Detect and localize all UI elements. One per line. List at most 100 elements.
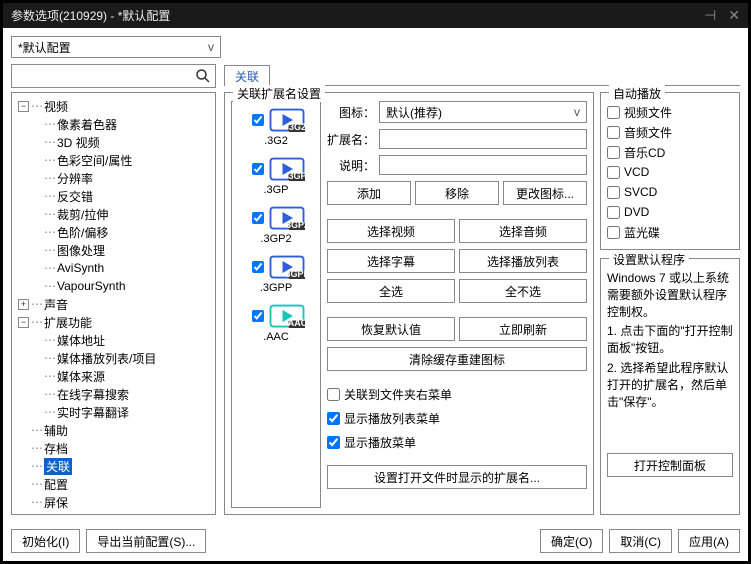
nav-tree[interactable]: −⋯视频 ⋯像素着色器⋯3D 视频⋯色彩空间/属性⋯分辨率⋯反交错⋯裁剪/拉伸⋯… [11,92,216,515]
collapse-icon[interactable]: − [18,101,29,112]
autoplay-checkbox[interactable] [607,226,620,239]
expand-icon[interactable]: + [18,299,29,310]
tree-node[interactable]: ⋯媒体来源 [14,367,213,385]
open-control-panel-button[interactable]: 打开控制面板 [607,453,733,477]
cancel-button[interactable]: 取消(C) [609,529,672,553]
ext-checkbox[interactable] [252,212,264,224]
init-button[interactable]: 初始化(I) [11,529,80,553]
tree-node[interactable]: ⋯3D 视频 [14,133,213,151]
play-icon: 3GP [269,155,305,183]
pin-icon[interactable]: ⊣ [704,7,716,24]
search-box[interactable] [11,64,216,88]
tree-node[interactable]: ⋯色彩空间/属性 [14,151,213,169]
ext-label: 扩展名： [327,131,375,148]
tree-node[interactable]: ⋯媒体地址 [14,331,213,349]
autoplay-label: 音乐CD [624,144,665,161]
ext-checkbox[interactable] [252,114,264,126]
ctx-folder-checkbox[interactable] [327,388,340,401]
show-play-menu-checkbox[interactable] [327,436,340,449]
ext-item[interactable]: 3G2 .3G2 [234,104,318,153]
tab-row: 关联 [224,64,740,86]
ext-name: .3GP [263,184,288,196]
tree-node[interactable]: ⋯反交错 [14,187,213,205]
autoplay-checkbox[interactable] [607,106,620,119]
change-icon-button[interactable]: 更改图标... [503,181,587,205]
autoplay-label: 视频文件 [624,104,672,121]
show-playlist-menu-checkbox[interactable] [327,412,340,425]
add-button[interactable]: 添加 [327,181,411,205]
tree-node-video[interactable]: −⋯视频 [14,97,213,115]
tree-node-ext[interactable]: −⋯扩展功能 [14,313,213,331]
tree-node[interactable]: ⋯AviSynth [14,259,213,277]
desc-input[interactable] [379,155,587,175]
select-video-button[interactable]: 选择视频 [327,219,455,243]
ext-item[interactable]: 3GPP .3GPP [234,251,318,300]
autoplay-checkbox[interactable] [607,186,620,199]
select-playlist-button[interactable]: 选择播放列表 [459,249,587,273]
select-none-button[interactable]: 全不选 [459,279,587,303]
tree-node-archive[interactable]: ⋯存档 [14,439,213,457]
tree-node[interactable]: ⋯分辨率 [14,169,213,187]
ext-checkbox[interactable] [252,261,264,273]
icon-combo[interactable]: 默认(推荐)v [379,101,587,123]
tree-node-config[interactable]: ⋯配置 [14,475,213,493]
tree-node[interactable]: ⋯在线字幕搜索 [14,385,213,403]
tree-node[interactable]: ⋯VapourSynth [14,277,213,295]
tree-node-assoc[interactable]: ⋯关联 [14,457,213,475]
prog-text-1: Windows 7 或以上系统需要额外设置默认程序控制权。 [607,270,733,320]
collapse-icon[interactable]: − [18,317,29,328]
svg-text:3GPP: 3GPP [285,269,305,279]
search-input[interactable] [16,66,195,86]
play-icon: 3GPP [269,253,305,281]
export-config-button[interactable]: 导出当前配置(S)... [86,529,206,553]
tree-node-screensaver[interactable]: ⋯屏保 [14,493,213,511]
ext-checkbox[interactable] [252,310,264,322]
remove-button[interactable]: 移除 [415,181,499,205]
ok-button[interactable]: 确定(O) [540,529,603,553]
tree-node[interactable]: ⋯裁剪/拉伸 [14,205,213,223]
autoplay-label: DVD [624,205,649,219]
tree-node[interactable]: ⋯色阶/偏移 [14,223,213,241]
play-icon: AAC [269,302,305,330]
chevron-down-icon: v [574,105,580,119]
svg-text:AAC: AAC [287,318,304,328]
ext-item[interactable]: AAC .AAC [234,300,318,349]
select-subtitle-button[interactable]: 选择字幕 [327,249,455,273]
ext-item[interactable]: 3GP .3GP [234,153,318,202]
ext-name: .3GP2 [260,233,291,245]
tree-node[interactable]: ⋯媒体播放列表/项目 [14,349,213,367]
ext-name: .3G2 [264,135,288,147]
chevron-down-icon: v [208,40,214,54]
clear-cache-button[interactable]: 清除缓存重建图标 [327,347,587,371]
tab-association[interactable]: 关联 [224,65,270,86]
tree-node[interactable]: ⋯像素着色器 [14,115,213,133]
autoplay-checkbox[interactable] [607,206,620,219]
select-audio-button[interactable]: 选择音频 [459,219,587,243]
close-icon[interactable]: ✕ [728,7,740,24]
restore-defaults-button[interactable]: 恢复默认值 [327,317,455,341]
ext-checkbox[interactable] [252,163,264,175]
extension-list[interactable]: 3G2 .3G2 3GP .3GP 3GP2 .3GP2 3GPP .3GPP … [231,101,321,508]
search-icon [195,68,211,84]
select-all-button[interactable]: 全选 [327,279,455,303]
tree-node-sound[interactable]: +⋯声音 [14,295,213,313]
set-open-ext-button[interactable]: 设置打开文件时显示的扩展名... [327,465,587,489]
default-program-fieldset: 设置默认程序 Windows 7 或以上系统需要额外设置默认程序控制权。 1. … [600,258,740,515]
refresh-button[interactable]: 立即刷新 [459,317,587,341]
autoplay-label: 音频文件 [624,124,672,141]
apply-button[interactable]: 应用(A) [678,529,740,553]
config-combo[interactable]: *默认配置 v [11,36,221,58]
play-icon: 3GP2 [269,204,305,232]
tree-node[interactable]: ⋯图像处理 [14,241,213,259]
autoplay-checkbox[interactable] [607,166,620,179]
autoplay-checkbox[interactable] [607,126,620,139]
tree-node[interactable]: ⋯实时字幕翻译 [14,403,213,421]
desc-label: 说明： [327,157,375,174]
tree-node-aux[interactable]: ⋯辅助 [14,421,213,439]
autoplay-label: 蓝光碟 [624,224,660,241]
prog-text-3: 2. 选择希望此程序默认打开的扩展名，然后单击"保存"。 [607,360,733,410]
ext-input[interactable] [379,129,587,149]
ext-item[interactable]: 3GP2 .3GP2 [234,202,318,251]
autoplay-checkbox[interactable] [607,146,620,159]
ext-settings-fieldset: 关联扩展名设置 3G2 .3G2 3GP .3GP 3GP2 .3GP2 3GP… [224,92,594,515]
